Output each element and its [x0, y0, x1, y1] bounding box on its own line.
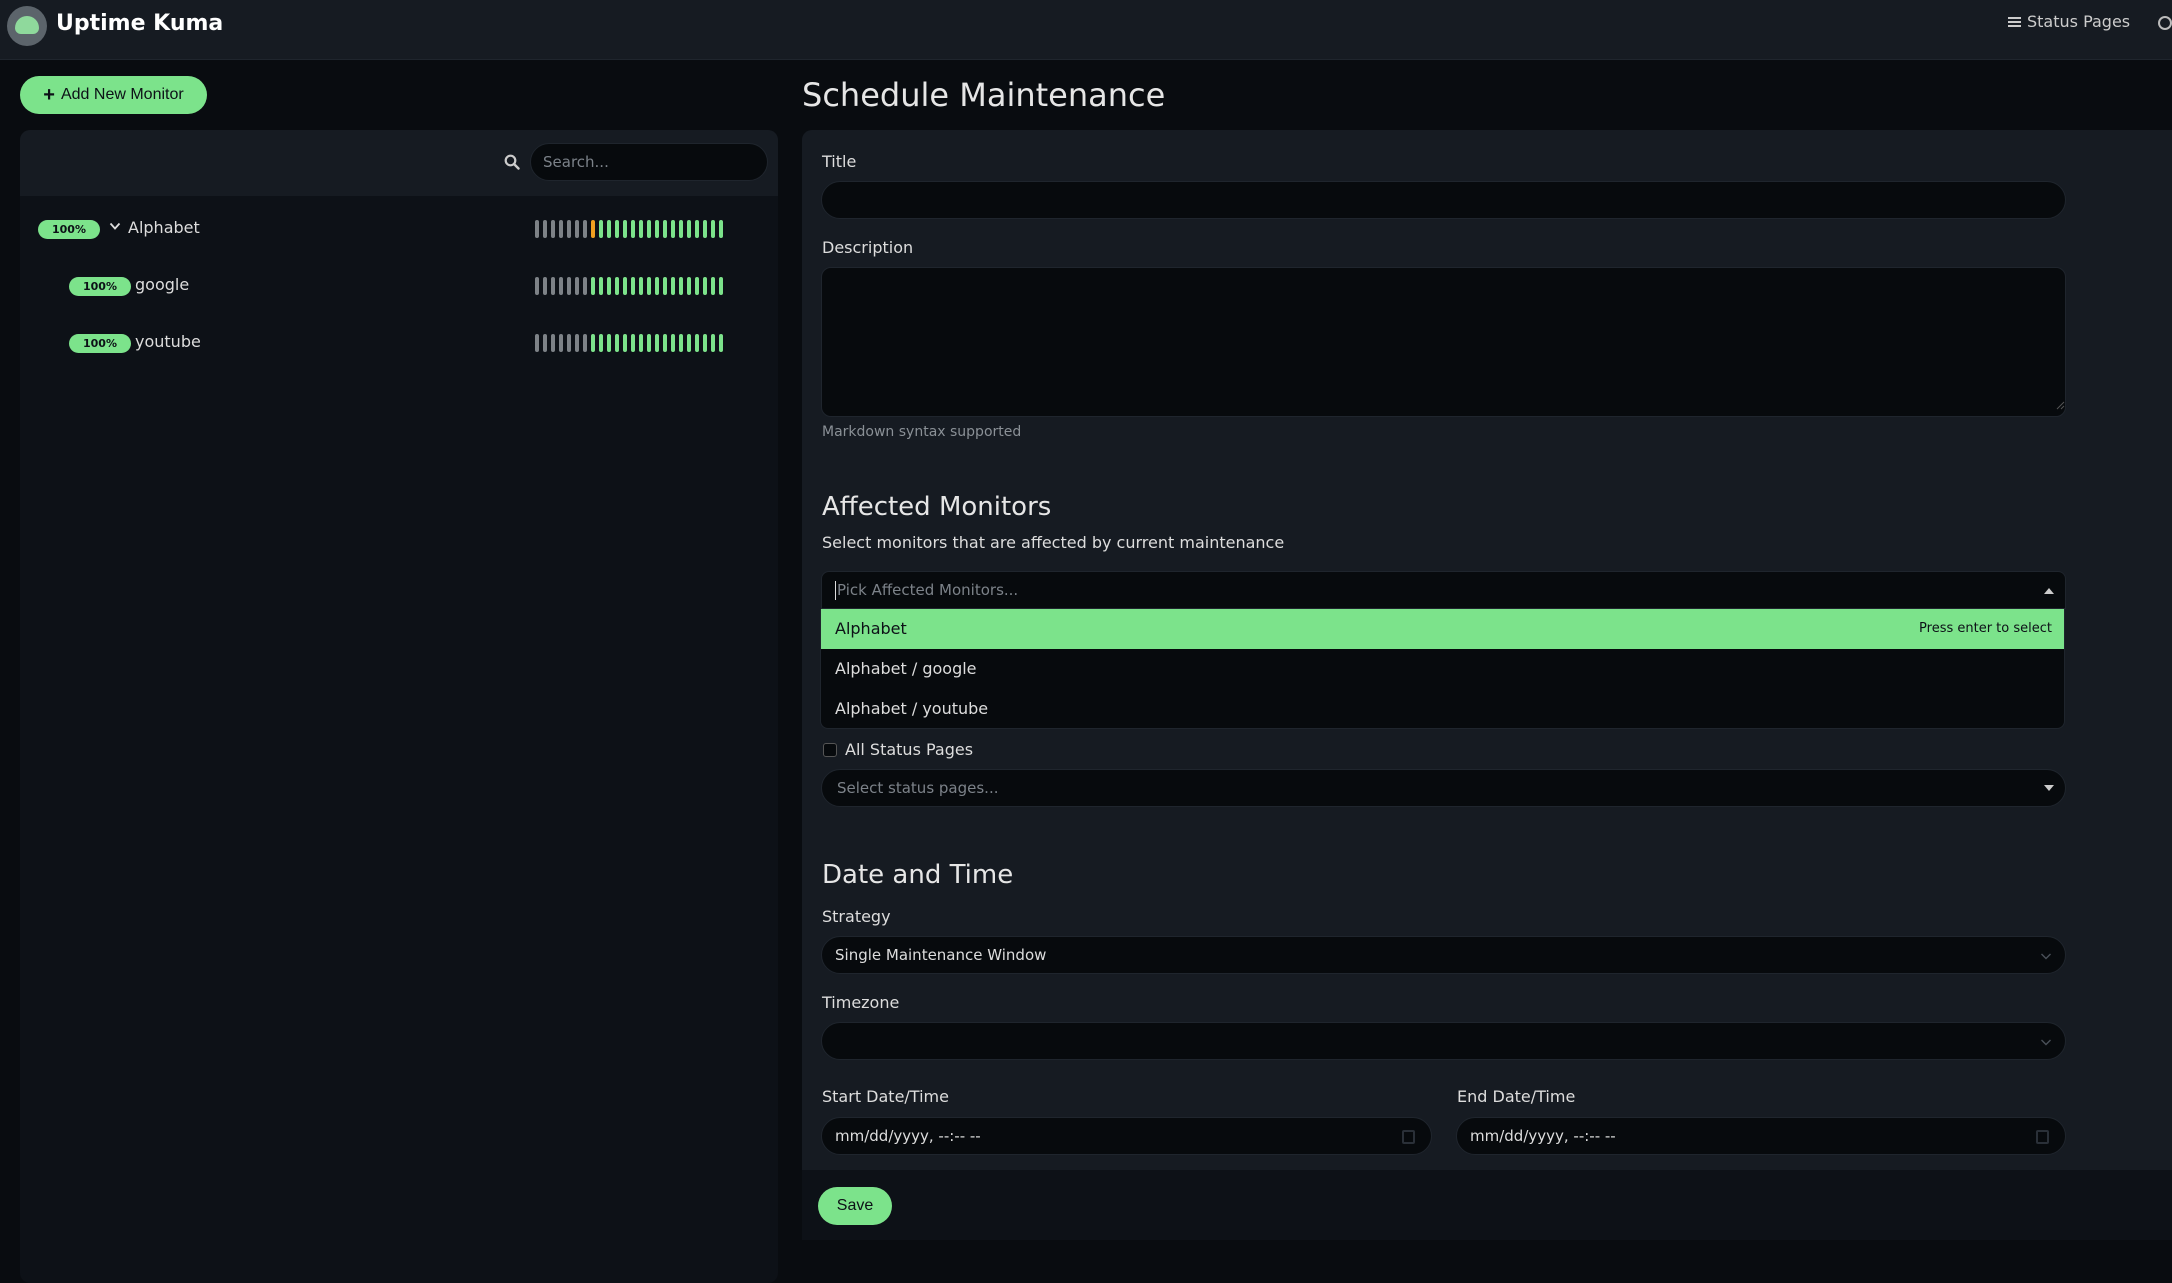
- resize-handle-icon[interactable]: [2055, 400, 2065, 410]
- list-item-youtube[interactable]: 100% youtube: [20, 326, 778, 362]
- description-textarea[interactable]: [821, 267, 2066, 417]
- markdown-hint: Markdown syntax supported: [822, 424, 1022, 440]
- uptime-badge: 100%: [38, 220, 100, 239]
- monitor-list-sidebar: 100% Alphabet 100% google 100% youtube: [20, 130, 778, 1283]
- heartbeat-bar: [535, 334, 723, 352]
- caret-up-icon[interactable]: [2044, 588, 2054, 594]
- title-input[interactable]: [821, 181, 2066, 219]
- dropdown-option-alphabet-youtube[interactable]: Alphabet / youtube: [821, 689, 2064, 729]
- calendar-icon[interactable]: [2036, 1130, 2049, 1144]
- list-item-alphabet[interactable]: 100% Alphabet: [20, 212, 778, 248]
- page-title: Schedule Maintenance: [802, 76, 1166, 114]
- caret-down-icon[interactable]: [2044, 785, 2054, 791]
- uptime-badge: 100%: [69, 334, 131, 353]
- search-input[interactable]: [530, 143, 768, 181]
- uptime-kuma-logo-icon[interactable]: [7, 6, 47, 46]
- option-label: Alphabet: [835, 619, 907, 638]
- uptime-badge: 100%: [69, 277, 131, 296]
- strategy-value: Single Maintenance Window: [835, 946, 1047, 964]
- top-navbar: Uptime Kuma Status Pages: [0, 0, 2172, 60]
- dropdown-option-alphabet-google[interactable]: Alphabet / google: [821, 649, 2064, 689]
- affected-monitors-dropdown: Alphabet Press enter to select Alphabet …: [820, 609, 2065, 729]
- chevron-down-icon: [2041, 953, 2051, 960]
- status-pages-select[interactable]: Select status pages...: [821, 769, 2066, 807]
- calendar-icon[interactable]: [1402, 1130, 1415, 1144]
- all-status-pages-label: All Status Pages: [845, 740, 974, 759]
- form-footer: [802, 1170, 2172, 1240]
- all-status-pages-checkbox[interactable]: [823, 743, 837, 757]
- end-datetime-input[interactable]: mm/dd/yyyy, --:-- --: [1456, 1117, 2066, 1155]
- affected-monitors-placeholder: Pick Affected Monitors...: [837, 581, 1019, 599]
- date-time-heading: Date and Time: [822, 860, 1014, 890]
- option-label: Alphabet / google: [835, 659, 977, 678]
- start-datetime-input[interactable]: mm/dd/yyyy, --:-- --: [821, 1117, 1432, 1155]
- monitor-list-header: [20, 130, 778, 196]
- save-button[interactable]: Save: [818, 1187, 892, 1225]
- timezone-select[interactable]: [821, 1022, 2066, 1060]
- monitor-name: google: [135, 275, 190, 294]
- strategy-label: Strategy: [822, 907, 891, 926]
- add-new-monitor-label: Add New Monitor: [60, 86, 184, 103]
- plus-icon: +: [43, 84, 55, 106]
- status-pages-link[interactable]: Status Pages: [2008, 12, 2130, 31]
- heartbeat-bar: [535, 220, 723, 238]
- profile-icon[interactable]: [2158, 16, 2172, 30]
- chevron-down-icon: [2041, 1039, 2051, 1046]
- start-datetime-placeholder: mm/dd/yyyy, --:-- --: [835, 1127, 981, 1145]
- heartbeat-bar: [535, 277, 723, 295]
- affected-monitors-subtitle: Select monitors that are affected by cur…: [822, 533, 1285, 552]
- list-icon: [2008, 16, 2021, 28]
- affected-monitors-heading: Affected Monitors: [822, 492, 1052, 522]
- strategy-select[interactable]: Single Maintenance Window: [821, 936, 2066, 974]
- status-pages-placeholder: Select status pages...: [837, 779, 999, 797]
- description-label: Description: [822, 238, 914, 257]
- end-datetime-label: End Date/Time: [1457, 1087, 1576, 1106]
- brand-title[interactable]: Uptime Kuma: [56, 11, 223, 36]
- search-icon: [504, 154, 520, 170]
- status-pages-label: Status Pages: [2027, 12, 2131, 31]
- text-cursor: [835, 581, 836, 600]
- end-datetime-placeholder: mm/dd/yyyy, --:-- --: [1470, 1127, 1616, 1145]
- start-datetime-label: Start Date/Time: [822, 1087, 949, 1106]
- title-label: Title: [822, 152, 857, 171]
- chevron-down-icon[interactable]: [109, 220, 121, 232]
- monitor-name: Alphabet: [128, 218, 200, 237]
- timezone-label: Timezone: [822, 993, 900, 1012]
- option-label: Alphabet / youtube: [835, 699, 989, 718]
- press-enter-hint: Press enter to select: [1919, 621, 2052, 636]
- affected-monitors-select[interactable]: Pick Affected Monitors...: [821, 571, 2066, 609]
- list-item-google[interactable]: 100% google: [20, 269, 778, 305]
- monitor-name: youtube: [135, 332, 201, 351]
- add-new-monitor-button[interactable]: + Add New Monitor: [20, 76, 207, 114]
- dropdown-option-alphabet[interactable]: Alphabet Press enter to select: [821, 609, 2064, 649]
